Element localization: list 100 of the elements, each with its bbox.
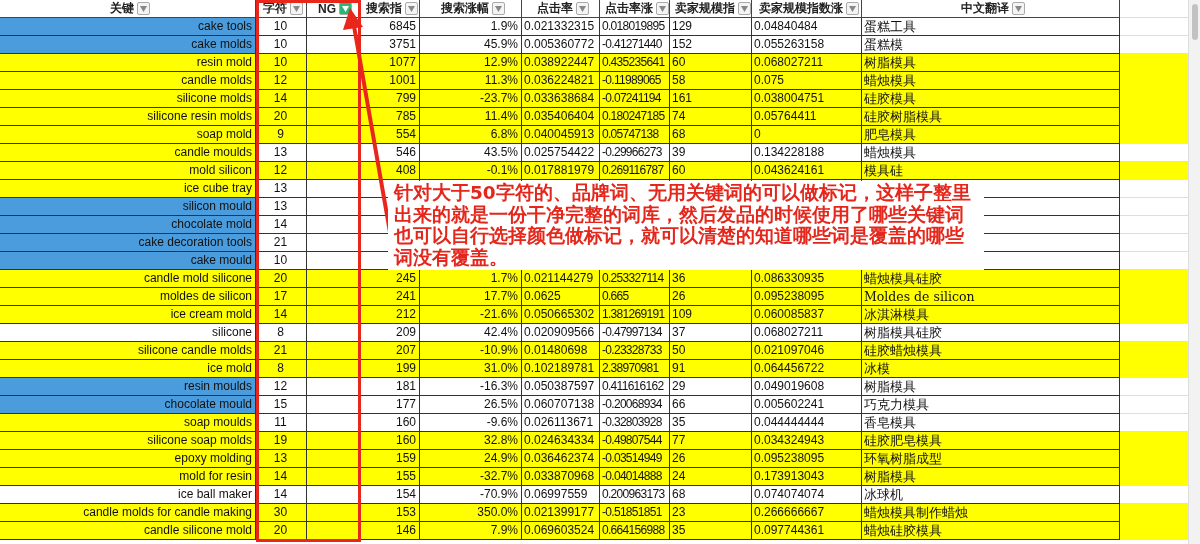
keyword-cell: ice mold (0, 360, 256, 378)
table-cell: 硅胶树脂模具 (862, 108, 1120, 126)
filter-button[interactable] (655, 2, 669, 15)
table-cell: 1001 (360, 72, 420, 90)
table-cell: 模具硅 (862, 162, 1120, 180)
table-cell: 0.055263158 (752, 36, 862, 54)
table-cell: 177 (360, 396, 420, 414)
table-cell: 42.4% (420, 324, 522, 342)
table-cell: 3751 (360, 36, 420, 54)
table-cell: 14 (256, 306, 307, 324)
table-cell: 0.025754422 (522, 144, 600, 162)
table-cell: 0.173913043 (752, 468, 862, 486)
keyword-cell: silicon mould (0, 198, 256, 216)
filter-button[interactable] (404, 2, 418, 15)
keyword-cell: ice ball maker (0, 486, 256, 504)
table-cell: 31.0% (420, 360, 522, 378)
filter-button[interactable] (1011, 2, 1025, 15)
table-cell: 0.200963173 (600, 486, 670, 504)
filter-button[interactable] (136, 2, 150, 15)
table-cell: 1.9% (420, 18, 522, 36)
caret-icon (740, 5, 748, 12)
table-cell: 12 (256, 72, 307, 90)
table-cell: 0.134228188 (752, 144, 862, 162)
table-cell: 6845 (360, 18, 420, 36)
table-cell: -9.6% (420, 414, 522, 432)
table-cell (307, 108, 360, 126)
keyword-cell: mold for resin (0, 468, 256, 486)
table-cell: 14 (256, 468, 307, 486)
table-cell: 1.7% (420, 270, 522, 288)
table-cell: 肥皂模具 (862, 126, 1120, 144)
table-cell: 0.035406404 (522, 108, 600, 126)
table-cell: 91 (670, 360, 752, 378)
table-cell: 35 (670, 414, 752, 432)
table-cell: 0.050387597 (522, 378, 600, 396)
scrollbar[interactable] (1188, 0, 1200, 544)
table-cell: 0.097744361 (752, 522, 862, 540)
keyword-cell: candle molds (0, 72, 256, 90)
table-cell: 0.102189781 (522, 360, 600, 378)
table-cell: 60 (670, 54, 752, 72)
table-cell: 50 (670, 342, 752, 360)
table-cell: -0.07241194 (600, 90, 670, 108)
table-cell: 0.036224821 (522, 72, 600, 90)
filter-button[interactable] (737, 2, 751, 15)
table-cell: 10 (256, 18, 307, 36)
keyword-cell: candle silicone mold (0, 522, 256, 540)
table-cell: 0.024634334 (522, 432, 600, 450)
column-header: 点击率 (536, 0, 573, 17)
caret-icon (293, 5, 300, 12)
table-cell: 36 (670, 270, 752, 288)
table-cell (307, 288, 360, 306)
table-cell: 10 (256, 36, 307, 54)
table-cell: 香皂模具 (862, 414, 1120, 432)
table-cell: 1.381269191 (600, 306, 670, 324)
table-cell: 161 (670, 90, 752, 108)
keyword-cell: ice cube tray (0, 180, 256, 198)
filter-button[interactable] (845, 2, 859, 15)
column-header: 关键 (109, 0, 134, 17)
table-cell: 20 (256, 522, 307, 540)
table-cell: 0.034324943 (752, 432, 862, 450)
table-cell: 153 (360, 504, 420, 522)
table-cell: 0.043624161 (752, 162, 862, 180)
table-cell (307, 54, 360, 72)
table-cell: 0.095238095 (752, 450, 862, 468)
table-cell: 26 (670, 288, 752, 306)
table-cell: 17.7% (420, 288, 522, 306)
table-cell: 21 (256, 342, 307, 360)
table-cell: 154 (360, 486, 420, 504)
table-cell: 245 (360, 270, 420, 288)
table-cell: 19 (256, 432, 307, 450)
table-cell: 0.05764411 (752, 108, 862, 126)
table-cell: 66 (670, 396, 752, 414)
table-cell: Moldes de silicon (862, 288, 1120, 306)
table-cell (307, 432, 360, 450)
table-cell: 20 (256, 270, 307, 288)
filter-button[interactable] (491, 2, 505, 15)
table-cell: 树脂模具硅胶 (862, 324, 1120, 342)
keyword-cell: epoxy molding (0, 450, 256, 468)
filter-button[interactable] (575, 2, 589, 15)
table-cell: 146 (360, 522, 420, 540)
table-cell: 0.074074074 (752, 486, 862, 504)
table-cell: -0.03514949 (600, 450, 670, 468)
table-cell: 199 (360, 360, 420, 378)
caret-icon (658, 5, 666, 12)
column-header: 搜索指 (365, 0, 402, 17)
table-cell: 0.038922447 (522, 54, 600, 72)
table-cell: -0.29966273 (600, 144, 670, 162)
table-cell: 硅胶蜡烛模具 (862, 342, 1120, 360)
table-cell: 硅胶肥皂模具 (862, 432, 1120, 450)
table-cell: 0.266666667 (752, 504, 862, 522)
keyword-cell: resin moulds (0, 378, 256, 396)
keyword-cell: silicone candle molds (0, 342, 256, 360)
table-cell: -10.9% (420, 342, 522, 360)
table-cell: 0.060085837 (752, 306, 862, 324)
table-cell: -0.32803928 (600, 414, 670, 432)
caret-icon (342, 5, 349, 12)
table-cell: 10 (256, 252, 307, 270)
table-cell: 13 (256, 180, 307, 198)
table-cell: -0.47997134 (600, 324, 670, 342)
table-cell: 0.017881979 (522, 162, 600, 180)
table-cell: 0.435235641 (600, 54, 670, 72)
